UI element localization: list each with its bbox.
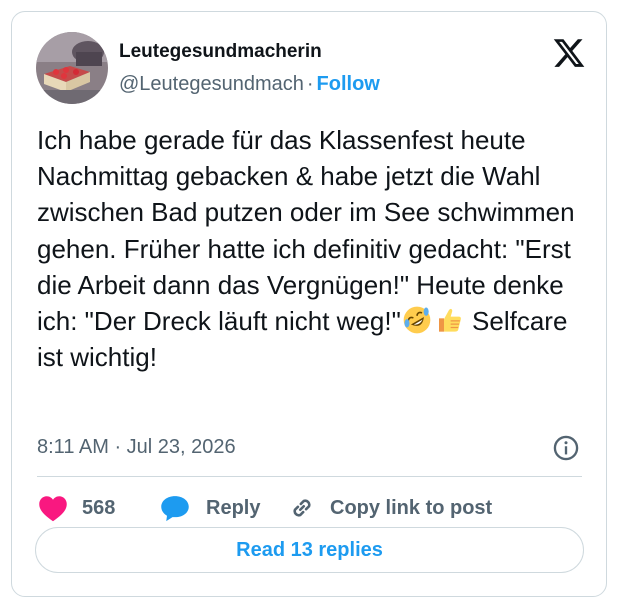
- author-handle-row: @Leutegesundmach · Follow: [119, 72, 380, 96]
- avatar[interactable]: [36, 32, 108, 104]
- like-button[interactable]: 568: [38, 484, 115, 532]
- reply-label: Reply: [206, 496, 261, 519]
- author-handle[interactable]: @Leutegesundmach: [119, 73, 304, 95]
- divider: [37, 476, 582, 477]
- thumbs-up-emoji: [438, 308, 461, 332]
- copy-link-label: Copy link to post: [330, 496, 493, 519]
- like-count: 568: [82, 496, 116, 519]
- heart-icon: [39, 496, 67, 522]
- copy-link-button[interactable]: Copy link to post: [288, 484, 492, 532]
- follow-button[interactable]: Follow: [317, 73, 380, 95]
- speech-bubble-icon: [161, 496, 189, 522]
- link-icon: [293, 499, 311, 517]
- author-display-name[interactable]: Leutegesundmacherin: [119, 40, 322, 64]
- tweet-text: Ich habe gerade für das Klassenfest heut…: [37, 122, 592, 375]
- separator-dot: ·: [306, 73, 314, 95]
- tweet-text-main: Ich habe gerade für das Klassenfest heut…: [37, 125, 575, 337]
- read-replies-button[interactable]: Read 13 replies: [35, 527, 584, 573]
- tweet-timestamp[interactable]: 8:11 AM · Jul 23, 2026: [37, 434, 236, 460]
- read-replies-label: Read 13 replies: [236, 538, 383, 561]
- info-icon[interactable]: [552, 434, 580, 462]
- rolling-on-floor-laughing-emoji: [403, 306, 431, 334]
- tweet-card: Leutegesundmacherin @Leutegesundmach · Fol…: [11, 11, 607, 597]
- avatar-image: [36, 32, 108, 104]
- x-logo-icon[interactable]: [551, 36, 587, 70]
- reply-button[interactable]: Reply: [160, 484, 260, 532]
